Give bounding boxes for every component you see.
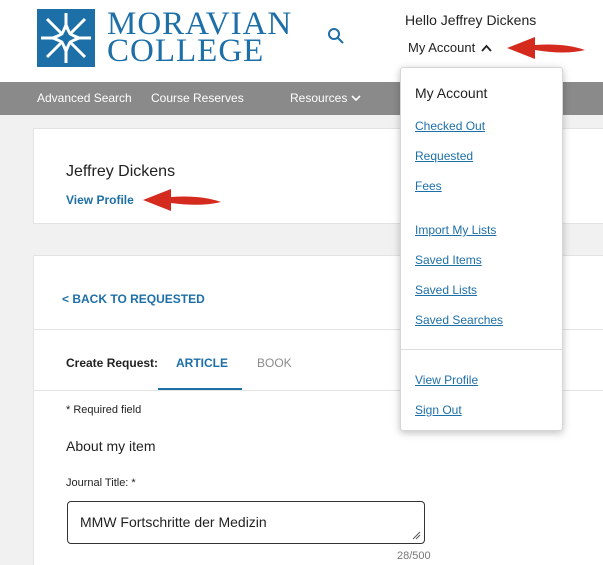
menu-item-saved-searches[interactable]: Saved Searches [415,313,503,327]
page-root: MORAVIAN COLLEGE Hello Jeffrey Dickens M… [0,0,603,565]
section-title: About my item [66,438,156,454]
journal-title-label: Journal Title: * [66,477,136,489]
required-field-note: * Required field [66,404,142,416]
chevron-down-icon [351,94,361,101]
greeting-text: Hello Jeffrey Dickens [405,12,537,28]
menu-item-saved-lists[interactable]: Saved Lists [415,283,477,297]
profile-name: Jeffrey Dickens [66,163,176,180]
my-account-toggle[interactable]: My Account [408,40,492,55]
menu-item-fees[interactable]: Fees [415,179,442,193]
menu-item-checked-out[interactable]: Checked Out [415,119,485,133]
journal-title-input[interactable]: MMW Fortschritte der Medizin [67,501,425,544]
annotation-arrow-icon [143,189,221,211]
nav-course-reserves[interactable]: Course Reserves [151,91,244,105]
create-request-label: Create Request: [66,356,159,370]
menu-item-import-my-lists[interactable]: Import My Lists [415,223,496,237]
menu-item-view-profile[interactable]: View Profile [415,373,478,387]
nav-resources-label: Resources [290,91,348,105]
annotation-arrow-icon [507,37,585,59]
resize-handle-icon[interactable] [412,531,421,540]
tab-book[interactable]: BOOK [257,356,292,370]
star-logo-icon [37,9,95,67]
journal-title-value: MMW Fortschritte der Medizin [80,514,267,530]
dropdown-divider [401,349,564,350]
view-profile-link[interactable]: View Profile [66,193,134,207]
menu-item-sign-out[interactable]: Sign Out [415,403,462,417]
dropdown-title: My Account [415,85,488,101]
logo-line2: COLLEGE [107,33,265,69]
nav-advanced-search[interactable]: Advanced Search [37,91,132,105]
menu-item-requested[interactable]: Requested [415,149,473,163]
search-icon[interactable] [327,27,345,45]
college-logo[interactable]: MORAVIAN COLLEGE [37,8,292,68]
nav-resources[interactable]: Resources [290,91,361,105]
chevron-up-icon [481,44,492,52]
tab-article[interactable]: ARTICLE [176,356,228,370]
character-count: 28/500 [397,550,431,562]
my-account-label: My Account [408,40,476,55]
my-account-dropdown: My Account Checked Out Requested Fees Im… [400,67,564,431]
back-to-requested-link[interactable]: < BACK TO REQUESTED [62,292,205,306]
logo-wordmark: MORAVIAN COLLEGE [107,8,292,69]
menu-item-saved-items[interactable]: Saved Items [415,253,482,267]
